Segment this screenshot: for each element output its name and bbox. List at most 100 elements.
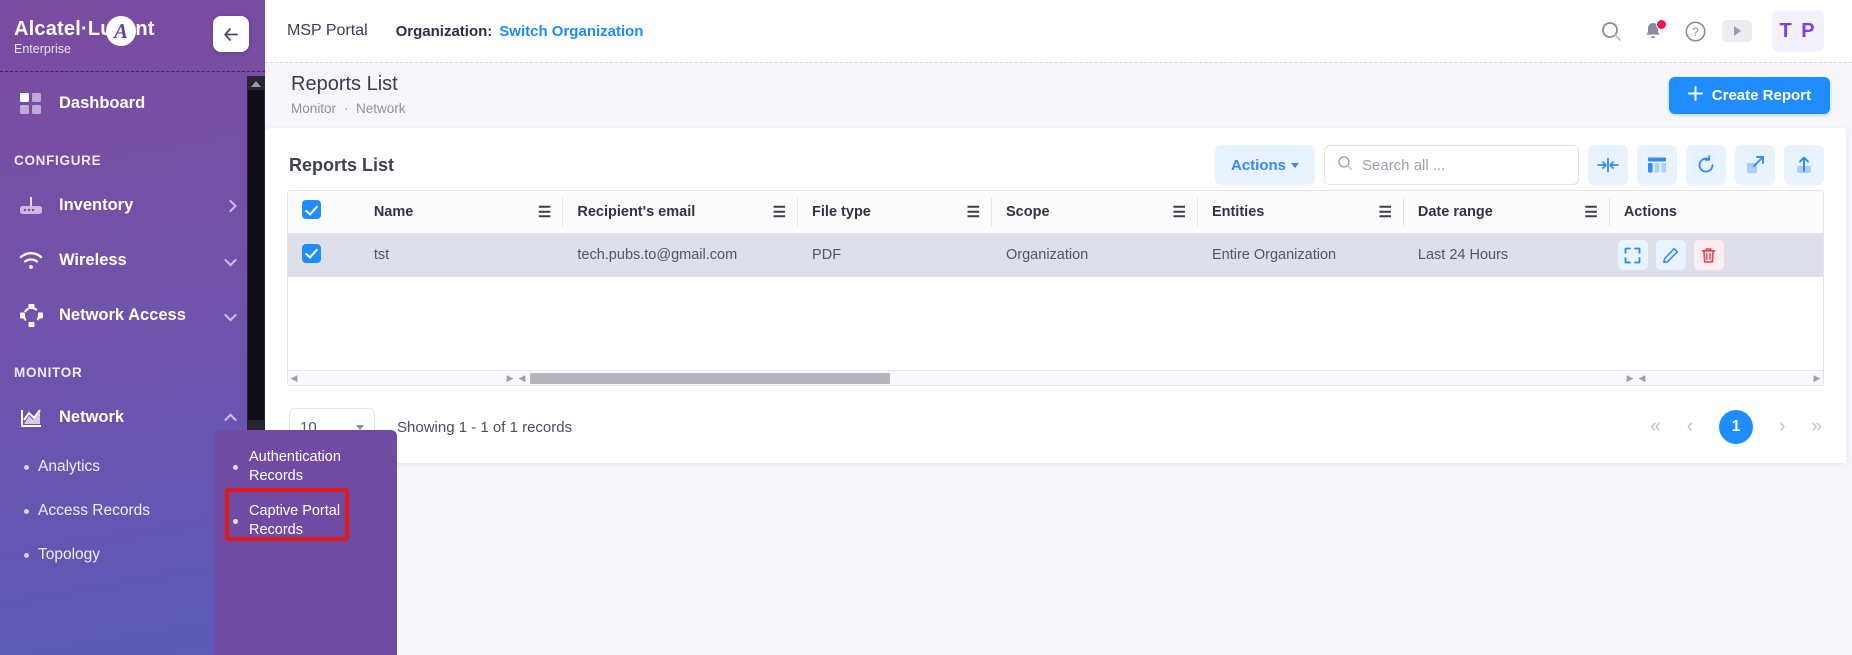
column-header-actions: Actions [1610,191,1823,233]
pagination-prev-button[interactable]: ‹ [1687,416,1693,438]
sidebar-item-label: Inventory [59,196,133,215]
pagination-last-button[interactable]: » [1811,416,1822,438]
scrollbar-thumb[interactable] [530,373,890,384]
sidebar-item-network-access[interactable]: Network Access [0,288,265,343]
column-chooser-icon[interactable] [1637,145,1677,185]
sidebar-scrollbar-thumb[interactable] [248,90,264,420]
search-input[interactable] [1362,157,1566,174]
notifications-bell-icon[interactable] [1632,10,1674,52]
sidebar-item-wireless[interactable]: Wireless [0,233,265,288]
breadcrumb-separator: · [344,101,349,116]
play-icon[interactable] [1722,20,1752,42]
scrollbar-track[interactable] [528,372,1624,385]
search-box[interactable] [1324,145,1579,185]
reports-table: Name ☰ Recipient's email ☰ File type ☰ [287,190,1824,386]
column-label: Date range [1418,204,1493,220]
frozen-columns-scrollbar[interactable]: ◀ ▶ [288,370,516,385]
select-all-checkbox[interactable] [302,200,321,219]
column-label: Scope [1006,204,1050,220]
scroll-left-arrow-icon[interactable]: ◀ [1636,373,1648,384]
actions-button[interactable]: Actions [1215,145,1315,185]
router-icon [16,193,46,219]
wifi-icon [16,248,46,274]
pagination: « ‹ 1 › » [1650,410,1822,444]
flyout-item-captive-portal-records[interactable]: Captive Portal Records [215,494,397,548]
actions-column-scrollbar[interactable]: ◀ ▶ [1636,370,1823,385]
edit-pencil-icon[interactable] [1656,240,1686,270]
bullet-icon [233,465,238,470]
table: Name ☰ Recipient's email ☰ File type ☰ [288,191,1823,277]
table-horizontal-scrollbar[interactable]: ◀ ▶ [516,370,1636,385]
sidebar-subitem-label: Analytics [38,458,100,476]
scroll-up-arrow-icon[interactable] [251,81,261,87]
page-title: Reports List [291,73,406,96]
refresh-icon[interactable] [1686,145,1726,185]
breadcrumb-item-network[interactable]: Network [356,101,406,116]
switch-organization-link[interactable]: Switch Organization [499,23,643,40]
column-menu-icon[interactable]: ☰ [1173,203,1186,221]
scroll-right-arrow-icon[interactable]: ▶ [1624,373,1636,384]
sidebar-collapse-button[interactable] [213,16,249,52]
sidebar-subitem-label: Access Records [38,502,150,520]
column-header-name[interactable]: Name ☰ [360,191,564,233]
scrollbar-track[interactable] [300,372,504,385]
pagination-first-button[interactable]: « [1650,416,1661,438]
sidebar-item-label: Dashboard [59,94,145,113]
records-summary: Showing 1 - 1 of 1 records [397,419,572,436]
column-menu-icon[interactable]: ☰ [1378,203,1391,221]
pagination-current-page[interactable]: 1 [1719,410,1753,444]
help-circle-icon[interactable]: ? [1674,10,1716,52]
plus-icon [1688,86,1703,105]
sidebar-item-inventory[interactable]: Inventory [0,178,265,233]
flyout-item-label: Captive Portal Records [249,503,340,538]
organization-label: Organization: [396,23,493,40]
play-button[interactable] [1716,10,1758,52]
pagination-next-button[interactable]: › [1779,416,1785,438]
table-row[interactable]: tst tech.pubs.to@gmail.com PDF Organizat… [288,233,1823,277]
fit-columns-icon[interactable] [1588,145,1628,185]
actions-label: Actions [1231,157,1286,174]
scroll-right-arrow-icon[interactable]: ▶ [1811,373,1823,384]
scroll-left-arrow-icon[interactable]: ◀ [516,373,528,384]
sidebar-item-dashboard[interactable]: Dashboard [0,76,265,131]
flyout-item-authentication-records[interactable]: Authentication Records [215,440,397,494]
expand-icon[interactable] [1735,145,1775,185]
column-header-scope[interactable]: Scope ☰ [992,191,1198,233]
sidebar-section-monitor: MONITOR [0,343,265,390]
chevron-down-icon [1291,163,1299,168]
dashboard-grid-icon [16,91,46,117]
arrow-left-icon [222,26,241,43]
cell-date-range: Last 24 Hours [1404,233,1610,277]
delete-trash-icon[interactable] [1694,240,1724,270]
row-checkbox[interactable] [302,244,321,263]
chevron-right-icon [98,457,109,468]
export-upload-icon[interactable] [1784,145,1824,185]
scrollbar-track[interactable] [1648,372,1811,385]
column-label: Entities [1212,204,1264,220]
search-icon[interactable] [1590,10,1632,52]
breadcrumb: Monitor · Network [291,101,406,116]
column-header-date-range[interactable]: Date range ☰ [1404,191,1610,233]
column-menu-icon[interactable]: ☰ [967,203,980,221]
create-report-button[interactable]: Create Report [1669,77,1830,114]
scroll-left-arrow-icon[interactable]: ◀ [288,373,300,384]
column-header-entities[interactable]: Entities ☰ [1198,191,1404,233]
chevron-down-icon [356,425,364,430]
table-header-row: Name ☰ Recipient's email ☰ File type ☰ [288,191,1823,233]
row-action-buttons [1610,240,1823,270]
chevron-up-icon [224,413,237,426]
column-menu-icon[interactable]: ☰ [1584,203,1597,221]
column-header-file-type[interactable]: File type ☰ [798,191,992,233]
search-icon [1337,155,1353,176]
scroll-right-arrow-icon[interactable]: ▶ [504,373,516,384]
breadcrumb-item-monitor[interactable]: Monitor [291,101,336,116]
avatar[interactable]: T P [1772,10,1824,52]
svg-text:?: ? [1692,25,1699,39]
view-fullscreen-icon[interactable] [1618,240,1648,270]
network-access-icon [16,303,46,329]
bullet-icon [24,465,29,470]
column-menu-icon[interactable]: ☰ [538,203,551,221]
column-header-recipients-email[interactable]: Recipient's email ☰ [563,191,798,233]
card-toolbar: Actions [1215,145,1846,185]
column-menu-icon[interactable]: ☰ [773,203,786,221]
